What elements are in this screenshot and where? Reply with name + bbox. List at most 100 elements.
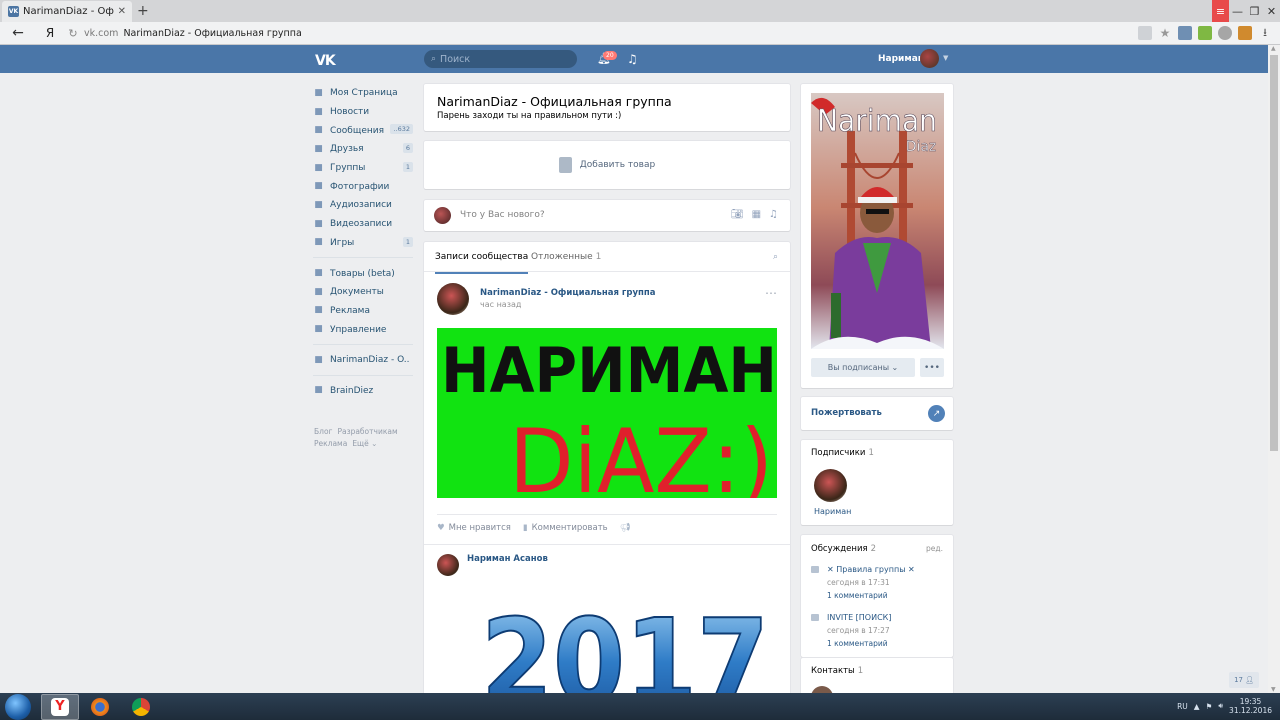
more-actions-button[interactable]: ••• xyxy=(920,358,944,377)
like-button[interactable]: ♥ Мне нравится xyxy=(437,523,511,533)
subscribed-button[interactable]: Вы подписаны ⌄ xyxy=(811,358,915,377)
taskbar-chrome[interactable] xyxy=(122,694,160,720)
donate-link[interactable]: Пожертвовать xyxy=(811,408,882,418)
sidebar-item[interactable]: ■ BrainDiez xyxy=(313,382,413,401)
avatar[interactable] xyxy=(814,469,847,502)
new-tab-button[interactable]: + xyxy=(137,3,149,19)
sidebar-item[interactable]: ■ Товары (beta) xyxy=(313,264,413,283)
subscribers-header[interactable]: Подписчики 1 xyxy=(811,448,874,458)
vk-favicon-icon: VK xyxy=(8,6,19,17)
sidebar-item-label: Друзья xyxy=(330,144,364,155)
calendar-extension-icon[interactable] xyxy=(1178,26,1192,40)
arrow-up-right-icon[interactable]: ↗ xyxy=(928,405,945,422)
page-scrollbar[interactable]: ▲ ▼ xyxy=(1268,45,1280,693)
footer-link[interactable]: Разработчикам xyxy=(337,427,397,436)
tab-community-posts[interactable]: Записи сообщества xyxy=(435,252,529,274)
yandex-button[interactable]: Я xyxy=(36,26,64,40)
post-time[interactable]: час назад xyxy=(480,300,521,309)
contacts-header[interactable]: Контакты 1 xyxy=(811,666,863,676)
search-icon[interactable]: ⌕ xyxy=(773,252,778,262)
group-cover-image[interactable]: Nariman Diaz xyxy=(811,93,944,349)
sidebar-item[interactable]: ■ Аудиозаписи xyxy=(313,196,413,215)
scrollbar-thumb[interactable] xyxy=(1270,55,1278,451)
tab-postponed[interactable]: Отложенные 1 xyxy=(531,252,601,262)
topic-title[interactable]: INVITE [ПОИСК] xyxy=(827,613,891,622)
chevron-down-icon[interactable]: ▼ xyxy=(943,54,948,62)
sidebar-item[interactable]: ■ Документы xyxy=(313,283,413,302)
minimize-button[interactable]: — xyxy=(1229,0,1246,22)
downloads-icon[interactable]: ⭳ xyxy=(1258,26,1272,40)
sidebar-item[interactable]: ■ Реклама xyxy=(313,302,413,321)
post-compose-box[interactable]: Что у Вас нового? 📷︎ ▦ ♫ xyxy=(424,200,790,231)
topic-title[interactable]: ✕ Правила группы ✕ xyxy=(827,565,915,574)
scroll-down-arrow-icon[interactable]: ▼ xyxy=(1271,686,1276,693)
more-options-icon[interactable]: ⋯ xyxy=(765,286,777,300)
compose-placeholder[interactable]: Что у Вас нового? xyxy=(460,210,545,220)
avatar[interactable] xyxy=(437,554,459,576)
close-window-button[interactable]: ✕ xyxy=(1263,0,1280,22)
taskbar-firefox[interactable] xyxy=(81,694,119,720)
sidebar-item[interactable]: ■ Группы 1 xyxy=(313,159,413,178)
extension-icons: ★ ⭳ xyxy=(1138,26,1272,40)
sidebar-item[interactable]: ■ Управление xyxy=(313,320,413,339)
close-tab-icon[interactable]: ✕ xyxy=(118,6,126,17)
window-controls: ≡ — ❐ ✕ xyxy=(1212,0,1280,22)
sidebar-item[interactable]: ■ Видеозаписи xyxy=(313,215,413,234)
donate-card[interactable]: Пожертвовать ↗ xyxy=(801,397,953,430)
camera-icon[interactable]: 📷︎ xyxy=(731,209,744,220)
header-avatar[interactable] xyxy=(920,49,939,68)
adblock-extension-icon[interactable] xyxy=(1238,26,1252,40)
address-page-title[interactable]: NarimanDiaz - Официальная группа xyxy=(123,28,301,39)
vk-logo-icon[interactable]: VK xyxy=(315,53,336,69)
sidebar-item[interactable]: ■ Моя Страница xyxy=(313,84,413,103)
online-friends-counter[interactable]: 17 👤︎ xyxy=(1229,672,1259,688)
language-indicator[interactable]: RU xyxy=(1177,702,1188,711)
post-image[interactable]: НАРИМАН DiAZ:) xyxy=(437,328,777,498)
maximize-button[interactable]: ❐ xyxy=(1246,0,1263,22)
start-button[interactable] xyxy=(5,694,31,720)
address-domain[interactable]: vk.com xyxy=(84,28,118,39)
music-player-icon[interactable]: ♫ xyxy=(627,52,638,66)
video-icon[interactable]: ▦ xyxy=(752,209,761,220)
footer-link[interactable]: Блог xyxy=(314,427,332,436)
topic-comments[interactable]: 1 комментарий xyxy=(827,639,888,648)
topic-comments[interactable]: 1 комментарий xyxy=(827,591,888,600)
back-arrow-icon[interactable]: ← xyxy=(0,25,36,41)
sidebar-item[interactable]: ■ NarimanDiaz - O.. xyxy=(313,351,413,370)
discussions-edit-link[interactable]: ред. xyxy=(926,544,943,553)
post-author[interactable]: NarimanDiaz - Официальная группа xyxy=(480,288,655,298)
lightbulb-extension-icon[interactable] xyxy=(1218,26,1232,40)
sidebar-item[interactable]: ■ Сообщения ..632 xyxy=(313,121,413,140)
subscriber-name[interactable]: Нариман xyxy=(814,507,851,516)
add-product-card[interactable]: Добавить товар xyxy=(424,141,790,189)
avatar[interactable] xyxy=(437,283,469,315)
download-arrow-extension-icon[interactable] xyxy=(1198,26,1212,40)
music-note-icon[interactable]: ♫ xyxy=(769,209,778,220)
add-product-button[interactable]: Добавить товар xyxy=(580,160,655,170)
volume-icon[interactable]: 🔊︎ xyxy=(1218,701,1223,711)
comment-button[interactable]: ▮ Комментировать xyxy=(523,523,608,533)
footer-link[interactable]: Реклама xyxy=(314,439,347,448)
search-input[interactable] xyxy=(440,53,561,65)
tray-expand-icon[interactable]: ▲ xyxy=(1194,702,1200,711)
bookmark-star-icon[interactable]: ★ xyxy=(1158,26,1172,40)
browser-tab[interactable]: VK NarimanDiaz - Официальн ✕ xyxy=(2,1,132,22)
scroll-up-arrow-icon[interactable]: ▲ xyxy=(1271,45,1276,52)
discussions-header[interactable]: Обсуждения 2 xyxy=(811,544,876,554)
post-image[interactable]: 2017 xyxy=(481,595,777,702)
clock[interactable]: 19:35 31.12.2016 xyxy=(1229,697,1272,715)
share-megaphone-icon[interactable]: 📢︎ xyxy=(620,523,631,533)
sidebar-item[interactable]: ■ Фотографии xyxy=(313,177,413,196)
header-user-name[interactable]: Нариман xyxy=(878,54,924,64)
browser-menu-icon[interactable]: ≡ xyxy=(1212,0,1229,22)
search-box[interactable]: ⌕ xyxy=(424,50,577,68)
reload-icon[interactable]: ↻ xyxy=(64,27,82,40)
network-icon[interactable]: ⚑ xyxy=(1206,702,1213,711)
sidebar-item[interactable]: ■ Игры 1 xyxy=(313,234,413,253)
sidebar-item[interactable]: ■ Друзья 6 xyxy=(313,140,413,159)
footer-link[interactable]: Ещё ⌄ xyxy=(352,439,377,448)
taskbar-yandex-browser[interactable]: Y xyxy=(41,694,79,720)
post-author[interactable]: Нариман Асанов xyxy=(467,554,548,564)
sidebar-item[interactable]: ■ Новости xyxy=(313,103,413,122)
page-action-icon[interactable] xyxy=(1138,26,1152,40)
